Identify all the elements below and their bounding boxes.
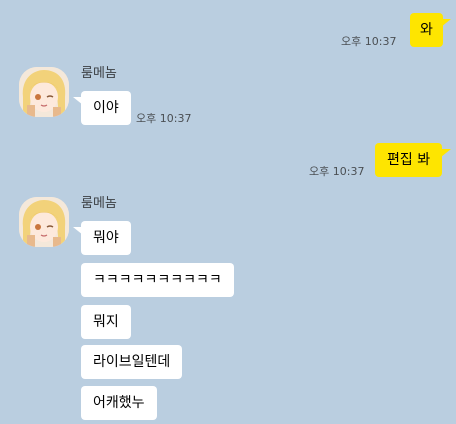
my-message-bubble[interactable]: 편집 봐: [375, 143, 443, 177]
their-message-bubble[interactable]: 뭐지: [81, 305, 131, 339]
bubble-tail: [441, 149, 451, 157]
avatar-icon: [19, 197, 69, 247]
bubble-tail: [441, 19, 451, 27]
sender-name: 룸메놈: [81, 66, 117, 81]
message-time: 오후 10:37: [309, 165, 365, 178]
their-message-bubble[interactable]: 뭐야: [81, 221, 131, 255]
avatar-icon: [19, 67, 69, 117]
their-message-bubble[interactable]: 라이브일텐데: [81, 345, 183, 379]
profile-avatar[interactable]: [19, 197, 69, 247]
their-message-bubble[interactable]: ㅋㅋㅋㅋㅋㅋㅋㅋㅋㅋ: [81, 263, 234, 297]
sender-name: 룸메놈: [81, 196, 117, 211]
my-message-bubble[interactable]: 와: [410, 13, 443, 47]
profile-avatar[interactable]: [19, 67, 69, 117]
their-message-bubble[interactable]: 어캐했누: [81, 386, 157, 420]
message-time: 오후 10:37: [136, 112, 192, 125]
their-message-bubble[interactable]: 이야: [81, 91, 131, 125]
message-time: 오후 10:37: [341, 35, 397, 48]
